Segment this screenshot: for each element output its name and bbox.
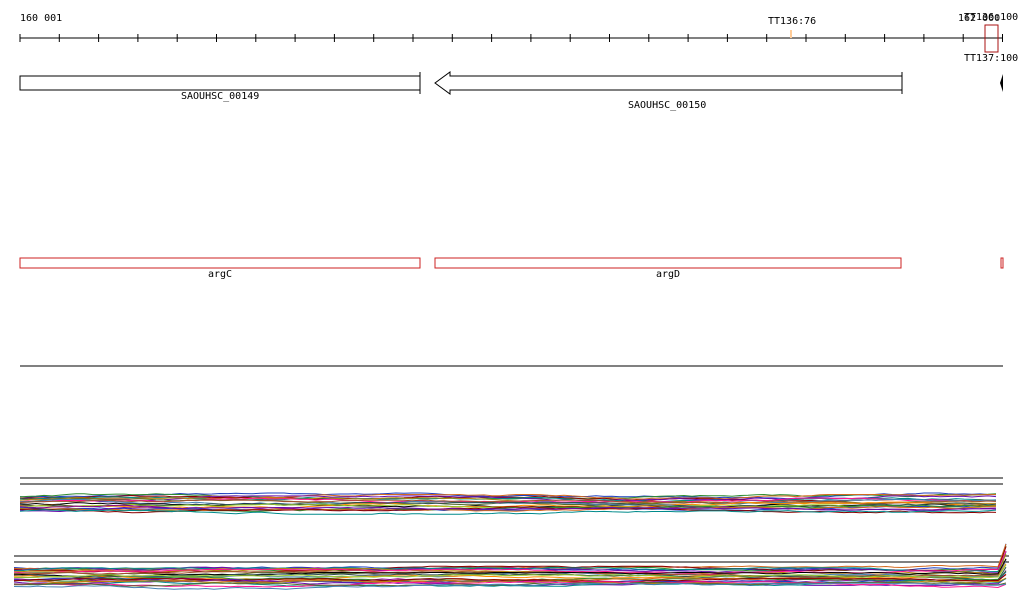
marker-label: TT136:100 — [964, 12, 1019, 23]
gene-name-label: argD — [656, 269, 681, 280]
feature-track — [19, 257, 1004, 269]
feature-box-argc[interactable] — [19, 257, 421, 269]
marker-label: TT136:76 — [768, 16, 817, 27]
gene-arrow-saouhsc-00149[interactable] — [19, 75, 421, 91]
genome-track-canvas — [13, 24, 1009, 590]
marker-label: TT137:100 — [964, 53, 1019, 64]
gene-locus-label: SAOUHSC_00149 — [181, 91, 260, 102]
partial-gene-glyph[interactable] — [1000, 74, 1003, 92]
gene-name-label: argC — [208, 269, 233, 280]
gene-locus-label: SAOUHSC_00150 — [628, 100, 707, 111]
coordinate-ruler[interactable] — [19, 34, 1003, 42]
coverage-line — [14, 553, 1007, 576]
feature-box-argd[interactable] — [434, 257, 902, 269]
gene-track — [19, 71, 1003, 95]
coverage-line — [13, 550, 1007, 575]
genome-browser-view: 160 001 162 000 TT136:76 TT136:100 TT137… — [0, 0, 1024, 611]
feature-box-partial[interactable] — [1000, 257, 1004, 269]
gene-arrow-saouhsc-00150[interactable] — [434, 71, 903, 95]
coverage-track-upper[interactable] — [19, 492, 997, 515]
ruler-start-label: 160 001 — [20, 13, 63, 24]
coverage-track-lower[interactable] — [13, 543, 1007, 590]
